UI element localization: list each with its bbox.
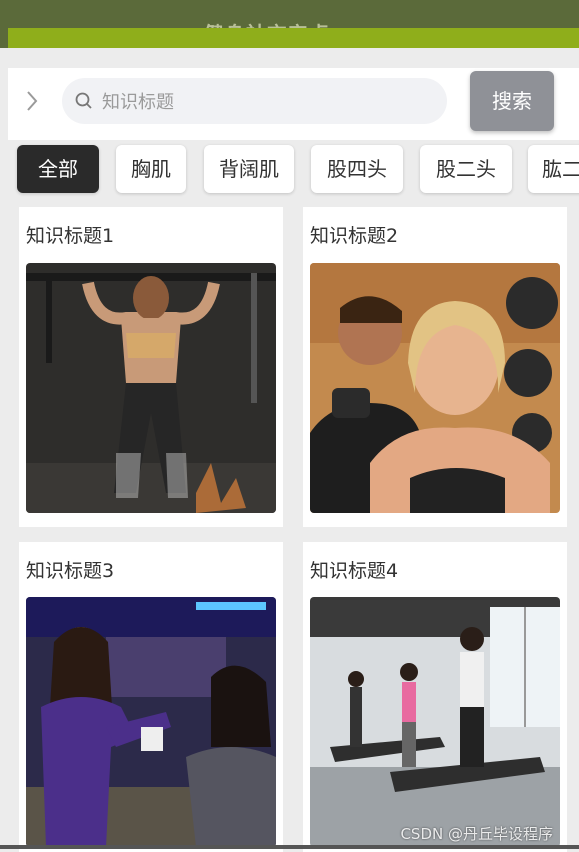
- search-button[interactable]: 搜索: [470, 71, 554, 131]
- card-title: 知识标题3: [26, 560, 115, 582]
- search-icon: [74, 91, 94, 111]
- card-image: [26, 263, 276, 513]
- search-box: [62, 78, 447, 126]
- card-title: 知识标题4: [310, 560, 399, 582]
- tab-hamstrings[interactable]: 股二头: [420, 145, 512, 193]
- category-tabs: 全部 胸肌 背阔肌 股四头 股二头 肱二: [0, 140, 579, 200]
- tab-quads[interactable]: 股四头: [311, 145, 403, 193]
- tab-biceps[interactable]: 肱二: [528, 145, 579, 193]
- search-input[interactable]: [100, 78, 434, 126]
- card-image: [310, 597, 560, 847]
- bottom-edge: [0, 845, 579, 849]
- header-accent-stripe: [8, 28, 579, 48]
- watermark-text: CSDN @丹丘毕设程序: [400, 825, 553, 843]
- tab-all[interactable]: 全部: [17, 145, 99, 193]
- card-title: 知识标题1: [26, 225, 115, 247]
- knowledge-card[interactable]: 知识标题1: [19, 207, 283, 527]
- chevron-right-icon[interactable]: [22, 84, 44, 118]
- knowledge-card[interactable]: 知识标题3: [19, 542, 283, 852]
- app-header: 健身社交安卓app: [0, 0, 579, 48]
- knowledge-card[interactable]: 知识标题2: [303, 207, 567, 527]
- tab-chest[interactable]: 胸肌: [116, 145, 186, 193]
- knowledge-card[interactable]: 知识标题4 CSDN @丹丘毕设程序: [303, 542, 567, 852]
- tab-lats[interactable]: 背阔肌: [204, 145, 294, 193]
- card-image: [310, 263, 560, 513]
- card-title: 知识标题2: [310, 225, 399, 247]
- search-bar: 搜索: [8, 68, 579, 140]
- card-image: [26, 597, 276, 847]
